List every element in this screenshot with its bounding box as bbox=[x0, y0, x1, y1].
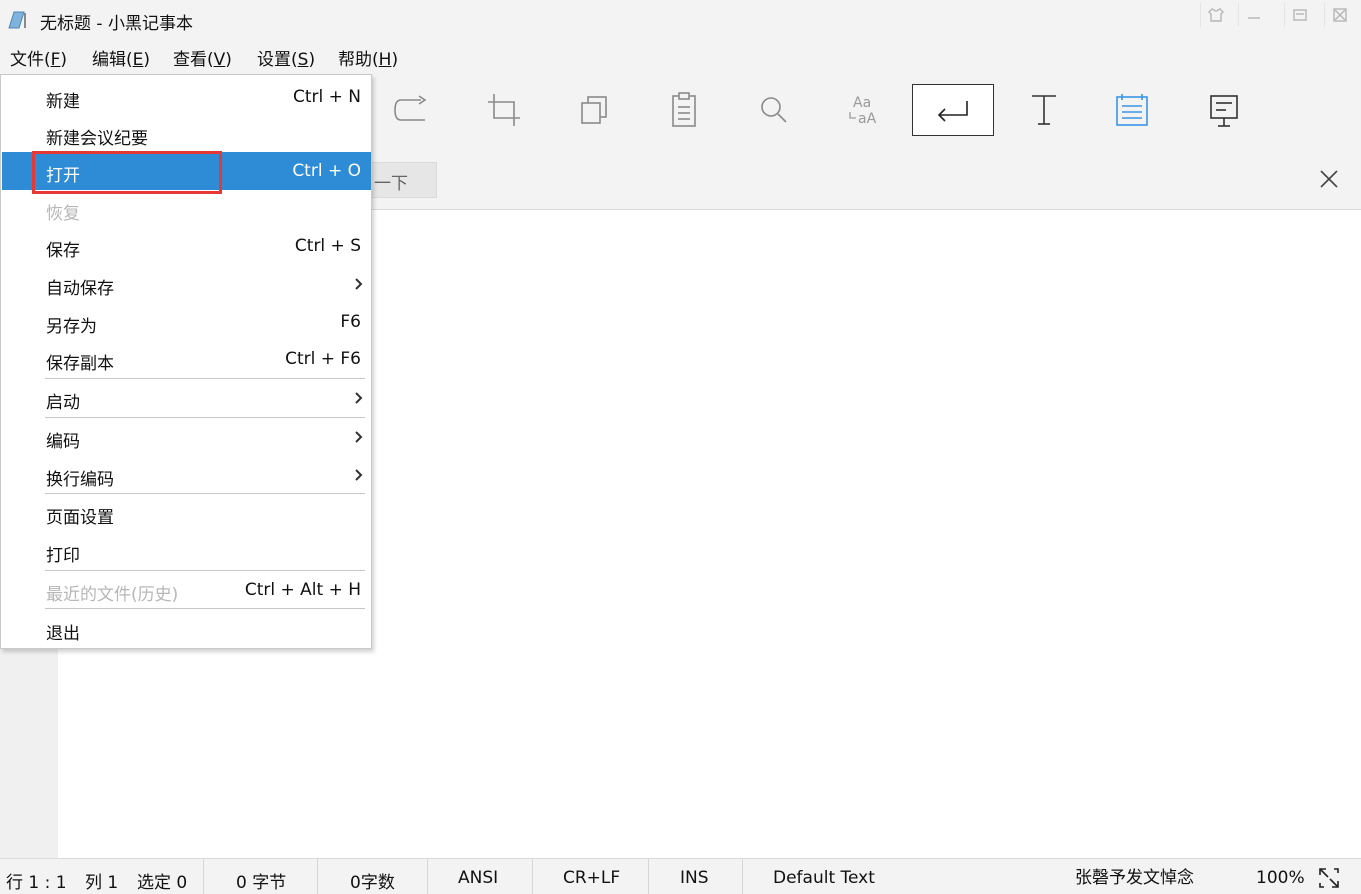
skin-icon[interactable] bbox=[1200, 3, 1230, 27]
minimize-icon[interactable] bbox=[1238, 3, 1268, 27]
status-divider bbox=[648, 859, 649, 894]
menu-item-print[interactable]: 打印 bbox=[2, 532, 371, 570]
menu-item-label: 保存 bbox=[46, 241, 80, 261]
notepad-icon[interactable] bbox=[1104, 84, 1160, 136]
status-news-link[interactable]: 张磬予发文悼念 bbox=[1075, 863, 1194, 888]
app-notebook-icon bbox=[6, 10, 28, 30]
copy-icon[interactable] bbox=[566, 84, 622, 136]
presentation-icon[interactable] bbox=[1196, 84, 1252, 136]
status-divider bbox=[317, 859, 318, 894]
chevron-right-icon bbox=[353, 276, 363, 290]
menu-edit[interactable]: 编辑(E) bbox=[92, 45, 150, 70]
status-divider bbox=[203, 859, 204, 894]
menu-item-label: 新建 bbox=[46, 92, 80, 112]
menu-item-label: 恢复 bbox=[46, 204, 80, 224]
status-bar: 行 1 : 1 列 1 选定 0 0 字节 0字数 ANSI CR+LF INS… bbox=[0, 858, 1361, 894]
status-mode[interactable]: INS bbox=[680, 868, 709, 892]
menu-item-page-setup[interactable]: 页面设置 bbox=[2, 494, 371, 532]
status-line-ending[interactable]: CR+LF bbox=[563, 868, 620, 892]
menu-item-label: 退出 bbox=[46, 624, 80, 644]
crop-icon[interactable] bbox=[476, 84, 532, 136]
menu-item-shortcut: Ctrl + Alt + H bbox=[244, 580, 361, 600]
status-divider bbox=[742, 859, 743, 894]
status-zoom[interactable]: 100% bbox=[1256, 868, 1305, 892]
clipboard-icon[interactable] bbox=[656, 84, 712, 136]
menu-item-startup[interactable]: 启动 bbox=[2, 379, 371, 417]
status-chars: 0字数 bbox=[350, 873, 395, 893]
case-convert-icon[interactable]: Aa aA bbox=[836, 84, 892, 136]
maximize-icon[interactable] bbox=[1284, 3, 1314, 27]
menu-bar: 文件(F) 编辑(E) 查看(V) 设置(S) 帮助(H) bbox=[0, 40, 1361, 72]
text-icon[interactable] bbox=[1016, 84, 1072, 136]
status-encoding[interactable]: ANSI bbox=[458, 868, 498, 892]
search-icon[interactable] bbox=[746, 84, 802, 136]
menu-settings[interactable]: 设置(S) bbox=[257, 45, 315, 70]
menu-item-label: 页面设置 bbox=[46, 508, 114, 528]
window-title: 无标题 - 小黑记事本 bbox=[40, 14, 193, 34]
menu-item-encoding[interactable]: 编码 bbox=[2, 418, 371, 456]
status-syntax[interactable]: Default Text bbox=[773, 868, 875, 892]
status-column: 列 1 bbox=[85, 873, 119, 893]
menu-item-label: 另存为 bbox=[46, 317, 97, 337]
chevron-right-icon bbox=[353, 390, 363, 404]
menu-item-shortcut: Ctrl + O bbox=[292, 161, 361, 181]
close-icon[interactable] bbox=[1324, 3, 1354, 27]
menu-item-recent-files: 最近的文件(历史) Ctrl + Alt + H bbox=[2, 571, 371, 609]
status-divider bbox=[532, 859, 533, 894]
zoom-fit-icon[interactable] bbox=[1316, 865, 1342, 891]
menu-item-save-as[interactable]: 另存为 F6 bbox=[2, 303, 371, 341]
menu-view[interactable]: 查看(V) bbox=[173, 45, 232, 70]
menu-item-label: 换行编码 bbox=[46, 470, 114, 490]
menu-item-new[interactable]: 新建 Ctrl + N bbox=[2, 78, 371, 116]
status-position: 行 1 : 1 bbox=[6, 873, 67, 893]
find-close-icon[interactable] bbox=[1316, 166, 1342, 192]
menu-separator bbox=[45, 608, 365, 609]
menu-item-shortcut: F6 bbox=[340, 312, 361, 332]
svg-text:aA: aA bbox=[858, 111, 877, 127]
menu-item-label: 编码 bbox=[46, 432, 80, 452]
word-wrap-icon[interactable] bbox=[912, 84, 994, 136]
svg-text:Aa: Aa bbox=[853, 95, 871, 111]
status-divider bbox=[427, 859, 428, 894]
menu-file[interactable]: 文件(F) bbox=[10, 45, 67, 70]
menu-item-shortcut: Ctrl + F6 bbox=[285, 349, 361, 369]
chevron-right-icon bbox=[353, 467, 363, 481]
menu-item-label: 新建会议纪要 bbox=[46, 129, 148, 149]
menu-item-label: 自动保存 bbox=[46, 279, 114, 299]
highlight-annotation-box bbox=[32, 151, 222, 194]
chevron-right-icon bbox=[353, 429, 363, 443]
redo-icon[interactable] bbox=[385, 84, 441, 136]
menu-item-line-ending[interactable]: 换行编码 bbox=[2, 456, 371, 494]
menu-item-save[interactable]: 保存 Ctrl + S bbox=[2, 227, 371, 265]
menu-item-label: 保存副本 bbox=[46, 354, 114, 374]
status-selection: 选定 0 bbox=[137, 873, 188, 893]
menu-item-label: 打印 bbox=[46, 546, 80, 566]
menu-item-shortcut: Ctrl + N bbox=[292, 87, 361, 107]
menu-item-label: 最近的文件(历史) bbox=[46, 585, 179, 605]
menu-item-restore: 恢复 bbox=[2, 190, 371, 228]
menu-item-new-minutes[interactable]: 新建会议纪要 bbox=[2, 115, 371, 153]
menu-item-exit[interactable]: 退出 bbox=[2, 610, 371, 648]
status-bytes: 0 字节 bbox=[236, 873, 287, 893]
menu-item-shortcut: Ctrl + S bbox=[294, 236, 361, 256]
menu-help[interactable]: 帮助(H) bbox=[338, 45, 398, 70]
menu-item-autosave[interactable]: 自动保存 bbox=[2, 265, 371, 303]
menu-item-label: 启动 bbox=[46, 393, 80, 413]
menu-item-save-copy[interactable]: 保存副本 Ctrl + F6 bbox=[2, 340, 371, 378]
title-bar: 无标题 - 小黑记事本 bbox=[0, 0, 1361, 40]
